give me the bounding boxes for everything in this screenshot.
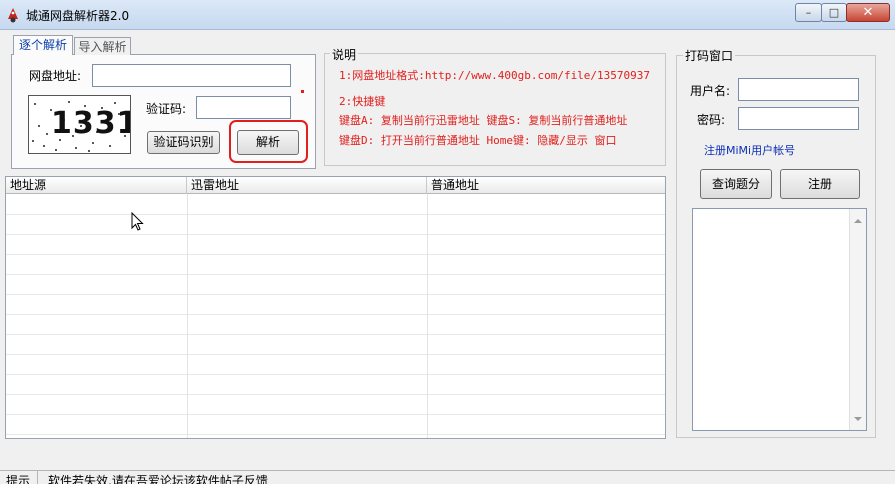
scroll-down-arrow-icon[interactable] [854, 411, 862, 425]
table-row-line [6, 434, 665, 435]
scroll-up-arrow-icon[interactable] [854, 213, 862, 227]
status-divider [37, 471, 38, 484]
tab-import-parse[interactable]: 导入解析 [74, 37, 131, 55]
table-row-line [6, 274, 665, 275]
app-logo-icon [5, 7, 21, 23]
table-row-line [6, 334, 665, 335]
parse-button[interactable]: 解析 [237, 130, 299, 155]
info-line-url-format: 1:网盘地址格式:http://www.400gb.com/file/13570… [339, 69, 651, 82]
tab-single-parse[interactable]: 逐个解析 [13, 35, 73, 55]
table-row-line [6, 414, 665, 415]
minimize-button[interactable]: – [795, 3, 822, 22]
mouse-cursor-icon [131, 211, 145, 232]
column-header-thunder-url[interactable]: 迅雷地址 [187, 177, 427, 194]
maximize-button[interactable]: □ [821, 3, 847, 22]
table-header: 地址源 迅雷地址 普通地址 [6, 177, 665, 194]
register-link[interactable]: 注册MiMi用户帐号 [704, 142, 795, 158]
close-button[interactable]: ✕ [846, 3, 890, 22]
captcha-window-title: 打码窗口 [683, 47, 736, 64]
column-divider [427, 194, 428, 438]
column-divider [187, 194, 188, 438]
table-row-line [6, 234, 665, 235]
username-label: 用户名: [690, 84, 731, 98]
close-icon: ✕ [862, 5, 874, 20]
result-table[interactable]: 地址源 迅雷地址 普通地址 [5, 176, 666, 439]
title-bar[interactable]: 城通网盘解析器2.0 – □ ✕ [0, 0, 895, 30]
column-header-normal-url[interactable]: 普通地址 [427, 177, 665, 194]
url-input[interactable] [92, 64, 291, 87]
password-label: 密码: [697, 113, 726, 127]
info-line-shortcuts: 2:快捷键 [339, 95, 386, 108]
red-marker-dot [301, 90, 304, 93]
minimize-icon: – [805, 6, 812, 19]
table-row-line [6, 374, 665, 375]
username-input[interactable] [738, 78, 859, 101]
table-row-line [6, 394, 665, 395]
register-button[interactable]: 注册 [780, 169, 860, 199]
table-row-line [6, 294, 665, 295]
captcha-image[interactable]: 1331 [28, 95, 131, 154]
info-title: 说明 [330, 46, 359, 63]
window-title: 城通网盘解析器2.0 [26, 9, 130, 23]
table-row-line [6, 254, 665, 255]
captcha-label: 验证码: [146, 102, 187, 116]
maximize-icon: □ [828, 6, 840, 19]
status-message: 软件若失效,请在吾爱论坛该软件帖子反馈 [48, 474, 268, 484]
password-input[interactable] [738, 107, 859, 130]
status-label: 提示 [6, 474, 31, 484]
info-line-keys-a-s: 键盘A: 复制当前行迅雷地址 键盘S: 复制当前行普通地址 [339, 114, 628, 127]
log-textarea[interactable] [692, 208, 867, 431]
table-row-line [6, 354, 665, 355]
column-header-source[interactable]: 地址源 [6, 177, 187, 194]
captcha-input[interactable] [196, 96, 291, 119]
url-label: 网盘地址: [29, 69, 82, 83]
captcha-recognize-button[interactable]: 验证码识别 [147, 131, 220, 154]
query-points-button[interactable]: 查询题分 [700, 169, 772, 199]
info-line-keys-d-home: 键盘D: 打开当前行普通地址 Home键: 隐藏/显示 窗口 [339, 134, 617, 147]
vertical-scrollbar[interactable] [849, 209, 866, 430]
captcha-text: 1331 [51, 106, 131, 141]
table-row-line [6, 314, 665, 315]
status-bar: 提示 软件若失效,请在吾爱论坛该软件帖子反馈 [0, 470, 895, 484]
table-row-line [6, 214, 665, 215]
